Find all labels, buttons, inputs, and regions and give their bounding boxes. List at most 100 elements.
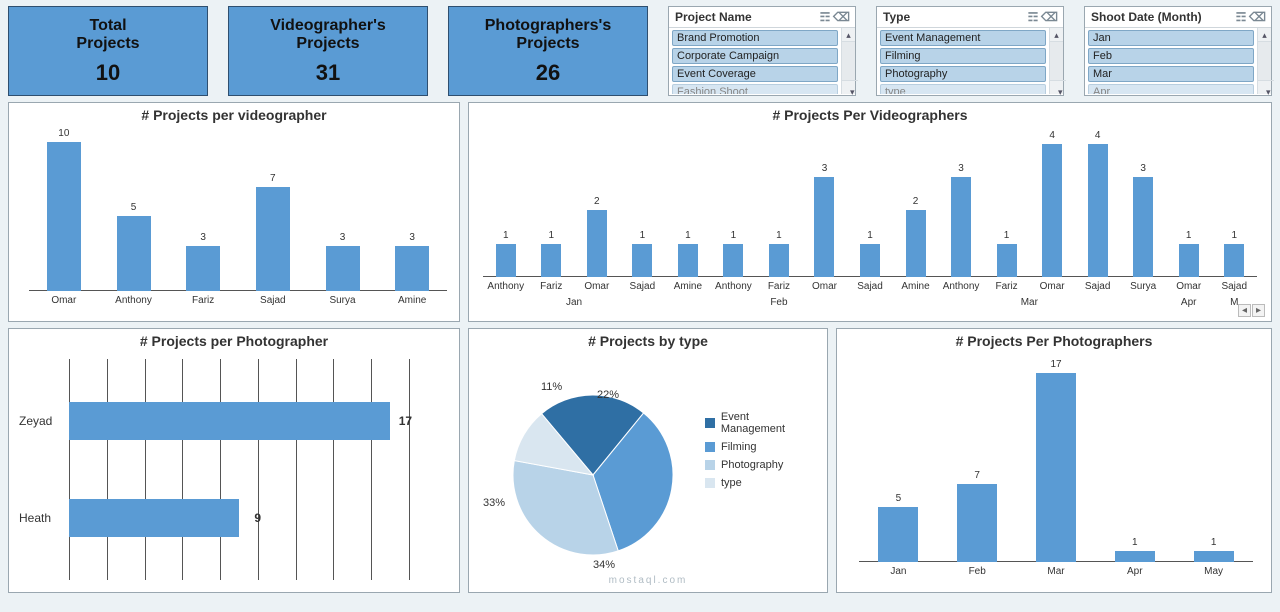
bar-label: 1 <box>731 230 737 241</box>
slicer-option[interactable]: Mar <box>1088 66 1254 82</box>
x-group: Apr <box>1181 297 1197 308</box>
bar: 1 <box>496 244 516 277</box>
slicer-header: Project Name ☶ ⌫ <box>669 7 855 28</box>
x-tick: Omar <box>51 295 76 306</box>
x-tick: Mar <box>1047 566 1064 577</box>
slicer-scrollbar[interactable]: ▴▾ <box>841 28 855 94</box>
slicer-option[interactable]: Fashion Shoot <box>672 84 838 94</box>
slicer-option[interactable]: Filming <box>880 48 1046 64</box>
mid-row: # Projects per videographer 10Omar5Antho… <box>0 100 1280 324</box>
scroll-down-icon[interactable]: ▾ <box>1050 80 1066 94</box>
slicer-type[interactable]: Type ☶ ⌫ Event Management Filming Photog… <box>876 6 1064 96</box>
kpi-photo: Photographers'sProjects 26 <box>448 6 648 96</box>
kpi-video: Videographer'sProjects 31 <box>228 6 428 96</box>
bar-label: 1 <box>503 230 509 241</box>
bar-label: 1 <box>685 230 691 241</box>
x-tick: Sajad <box>630 281 656 292</box>
legend-item: Event Management <box>705 411 815 435</box>
slicer-option[interactable]: Corporate Campaign <box>672 48 838 64</box>
bar-label: 2 <box>594 196 600 207</box>
slicer-options: Event Management Filming Photography typ… <box>877 28 1049 94</box>
x-tick: Feb <box>969 566 986 577</box>
slicer-option[interactable]: type <box>880 84 1046 94</box>
bar-label: 1 <box>867 230 873 241</box>
x-tick: Omar <box>812 281 837 292</box>
pie-svg <box>493 375 693 575</box>
bar-label: 1 <box>1211 537 1217 548</box>
slicer-options: Brand Promotion Corporate Campaign Event… <box>669 28 841 94</box>
x-tick: Fariz <box>768 281 790 292</box>
bar-label: 1 <box>549 230 555 241</box>
kpi-total: TotalProjects 10 <box>8 6 208 96</box>
x-tick: Sajad <box>1221 281 1247 292</box>
x-tick: Apr <box>1127 566 1143 577</box>
multiselect-icon[interactable]: ☶ <box>1233 10 1249 24</box>
scroll-up-icon[interactable]: ▴ <box>1258 28 1271 42</box>
bar: 3 <box>1133 177 1153 277</box>
bar: 17 <box>69 402 390 440</box>
bar-label: 3 <box>340 232 346 243</box>
next-icon[interactable]: ▸ <box>1252 304 1265 317</box>
kpi-value: 26 <box>449 60 647 86</box>
legend-item: type <box>705 477 815 489</box>
slicer-project[interactable]: Project Name ☶ ⌫ Brand Promotion Corpora… <box>668 6 856 96</box>
slicer-option[interactable]: Feb <box>1088 48 1254 64</box>
x-tick: Fariz <box>192 295 214 306</box>
bar-label: 7 <box>974 470 980 481</box>
legend-swatch <box>705 478 715 488</box>
gridline <box>107 359 108 580</box>
slicer-option[interactable]: Brand Promotion <box>672 30 838 46</box>
bar-label: 9 <box>254 511 261 525</box>
scroll-down-icon[interactable]: ▾ <box>842 80 858 94</box>
chart-plot: 1Anthony1Fariz2Omar1Sajad1Amine1Anthony1… <box>483 129 1257 277</box>
x-tick: Omar <box>1040 281 1065 292</box>
bar: 17 <box>1036 373 1076 562</box>
slicer-option[interactable]: Event Coverage <box>672 66 838 82</box>
legend-label: Event Management <box>721 411 815 435</box>
bar: 1 <box>1115 551 1155 562</box>
bar: 1 <box>1194 551 1234 562</box>
x-tick: May <box>1204 566 1223 577</box>
x-tick: Amine <box>674 281 702 292</box>
clear-filter-icon[interactable]: ⌫ <box>1041 10 1057 24</box>
slicer-option[interactable]: Apr <box>1088 84 1254 94</box>
slicer-option[interactable]: Jan <box>1088 30 1254 46</box>
bar: 3 <box>951 177 971 277</box>
slicer-scrollbar[interactable]: ▴▾ <box>1049 28 1063 94</box>
scroll-up-icon[interactable]: ▴ <box>1050 28 1063 42</box>
multiselect-icon[interactable]: ☶ <box>1025 10 1041 24</box>
slicer-month[interactable]: Shoot Date (Month) ☶ ⌫ Jan Feb Mar Apr ▴… <box>1084 6 1272 96</box>
slicer-scrollbar[interactable]: ▴▾ <box>1257 28 1271 94</box>
scroll-down-icon[interactable]: ▾ <box>1258 80 1274 94</box>
bar: 4 <box>1088 144 1108 277</box>
gridline <box>182 359 183 580</box>
pie-pct: 33% <box>483 497 505 509</box>
clear-filter-icon[interactable]: ⌫ <box>1249 10 1265 24</box>
multiselect-icon[interactable]: ☶ <box>817 10 833 24</box>
bar-label: 3 <box>822 163 828 174</box>
x-tick: Anthony <box>943 281 980 292</box>
x-tick: Surya <box>1130 281 1156 292</box>
slicer-option[interactable]: Event Management <box>880 30 1046 46</box>
bar: 1 <box>997 244 1017 277</box>
chart-photographer: # Projects per Photographer 17Zeyad9Heat… <box>8 328 460 593</box>
gridline <box>409 359 410 580</box>
scroll-up-icon[interactable]: ▴ <box>842 28 855 42</box>
slicer-option[interactable]: Photography <box>880 66 1046 82</box>
bar-label: 1 <box>640 230 646 241</box>
x-group: Mar <box>1021 297 1038 308</box>
bar: 1 <box>723 244 743 277</box>
bot-row: # Projects per Photographer 17Zeyad9Heat… <box>0 324 1280 599</box>
chart-pager[interactable]: ◂▸ <box>1237 304 1265 317</box>
slicer-title: Shoot Date (Month) <box>1091 10 1202 24</box>
chart-videographer-month: # Projects Per Videographers 1Anthony1Fa… <box>468 102 1272 322</box>
bar: 2 <box>587 210 607 277</box>
chart-title: # Projects Per Videographers <box>469 103 1271 125</box>
kpi-value: 10 <box>9 60 207 86</box>
gridline <box>333 359 334 580</box>
clear-filter-icon[interactable]: ⌫ <box>833 10 849 24</box>
kpi-title: Videographer's <box>270 17 386 34</box>
prev-icon[interactable]: ◂ <box>1238 304 1251 317</box>
legend-swatch <box>705 442 715 452</box>
chart-title: # Projects Per Photographers <box>837 329 1271 351</box>
